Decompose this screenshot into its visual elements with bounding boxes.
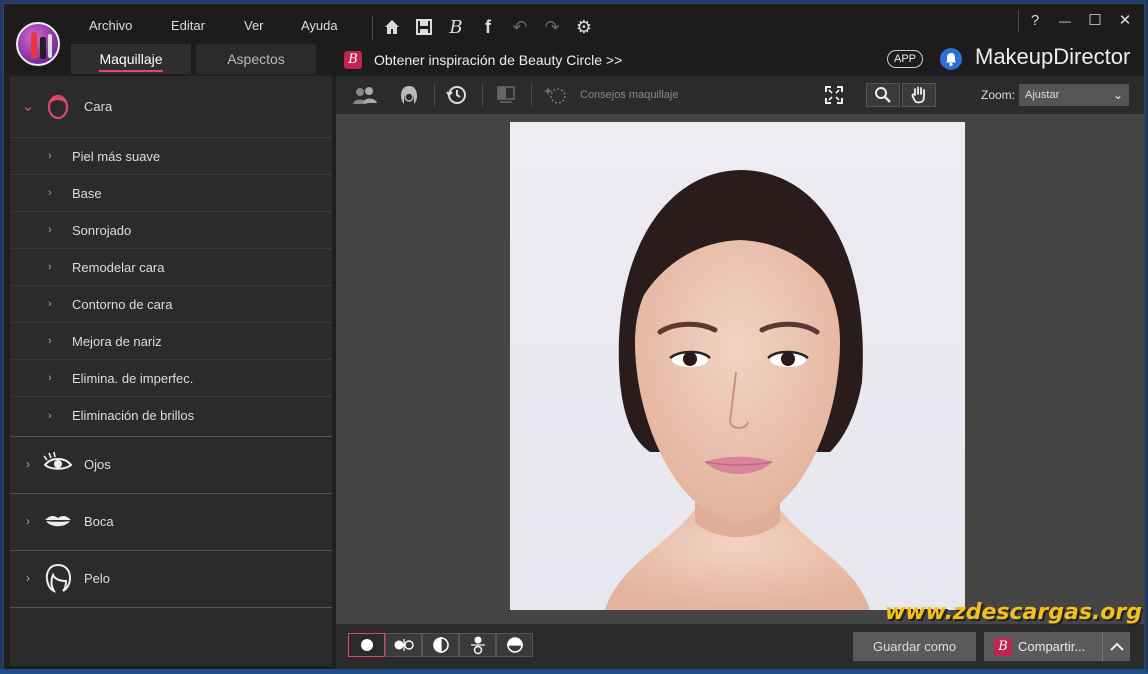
category-boca[interactable]: › Boca: [10, 503, 332, 539]
split-horizontal-icon: [506, 637, 523, 653]
facebook-icon[interactable]: f: [477, 16, 499, 38]
beauty-circle-badge-icon: B: [994, 637, 1012, 656]
chevron-right-icon: ›: [48, 298, 52, 310]
watermark-text: www.zdescargas.org: [885, 600, 1142, 625]
chevron-right-icon: ›: [26, 514, 30, 528]
split-horizontal-button[interactable]: [496, 633, 533, 657]
category-label: Pelo: [84, 570, 111, 586]
chevron-right-icon: ›: [48, 335, 52, 347]
circle-icon: [360, 639, 373, 651]
desktop-taskbar: [0, 669, 1148, 674]
app-logo: [16, 22, 60, 66]
app-button[interactable]: APP: [887, 50, 924, 68]
chevron-right-icon: ›: [26, 457, 30, 471]
chevron-right-icon: ›: [48, 261, 52, 273]
history-icon[interactable]: [443, 84, 469, 106]
sub-piel-mas-suave[interactable]: › Piel más suave: [10, 138, 332, 175]
face-icon: [47, 94, 69, 120]
menu-editar[interactable]: Editar: [171, 18, 205, 33]
zoom-label: Zoom:: [981, 88, 1016, 102]
title-bar: Archivo Editar Ver Ayuda B f ↶ ↷ ⚙ Maqui…: [4, 4, 1144, 74]
close-button[interactable]: ✕: [1110, 10, 1140, 32]
menu-ver[interactable]: Ver: [244, 18, 264, 33]
chevron-down-icon: ⌄: [21, 98, 35, 115]
makeup-tips-icon[interactable]: [541, 84, 575, 106]
hand-icon: [911, 86, 925, 104]
split-vertical-button[interactable]: [422, 633, 459, 657]
eye-icon: [43, 451, 73, 470]
hair-icon: [45, 563, 72, 593]
zoom-select[interactable]: Ajustar ⌄: [1019, 84, 1129, 106]
multiface-icon[interactable]: [350, 84, 380, 106]
photo-canvas[interactable]: [336, 114, 1144, 624]
chevron-right-icon: ›: [48, 150, 52, 162]
category-pelo[interactable]: › Pelo: [10, 560, 332, 596]
chevron-up-icon: [1109, 642, 1124, 651]
expand-panel-button[interactable]: [1102, 632, 1130, 661]
portrait-photo[interactable]: [510, 122, 965, 610]
beauty-circle-icon[interactable]: B: [445, 16, 467, 38]
share-button[interactable]: B Compartir...: [984, 632, 1102, 661]
chevron-right-icon: ›: [48, 372, 52, 384]
sub-mejora-de-nariz[interactable]: › Mejora de nariz: [10, 323, 332, 360]
makeup-sidebar: ⌄ Cara › Piel más suave › Base › Sonroja…: [10, 76, 332, 666]
sub-base[interactable]: › Base: [10, 175, 332, 212]
beauty-circle-text: Obtener inspiración de Beauty Circle >>: [374, 52, 623, 68]
undo-icon[interactable]: ↶: [509, 16, 531, 38]
chevron-right-icon: ›: [48, 409, 52, 422]
sub-eliminacion-de-brillos[interactable]: › Eliminación de brillos: [10, 397, 332, 434]
bottom-bar: Guardar como B Compartir...: [336, 624, 1144, 670]
help-button[interactable]: ?: [1020, 10, 1050, 32]
chevron-right-icon: ›: [48, 187, 52, 199]
sub-elimina-imperfec[interactable]: › Elimina. de imperfec.: [10, 360, 332, 397]
chevron-down-icon: ⌄: [1112, 88, 1123, 102]
single-view-button[interactable]: [348, 633, 385, 657]
category-cara[interactable]: ⌄ Cara: [10, 88, 332, 124]
top-bottom-button[interactable]: [459, 633, 496, 657]
beauty-circle-link[interactable]: B Obtener inspiración de Beauty Circle >…: [344, 49, 622, 71]
home-icon[interactable]: [381, 16, 403, 38]
side-by-side-button[interactable]: [385, 633, 422, 657]
face-settings-icon[interactable]: [396, 84, 422, 106]
split-vertical-icon: [432, 637, 449, 653]
workspace-toolbar: Consejos maquillaje Zoom: Ajustar ⌄: [336, 76, 1144, 114]
lips-icon: [45, 515, 71, 527]
save-as-button[interactable]: Guardar como: [853, 632, 976, 661]
pan-tool-button[interactable]: [902, 83, 936, 107]
redo-icon[interactable]: ↷: [541, 16, 563, 38]
settings-icon[interactable]: ⚙: [573, 16, 595, 38]
zoom-tool-button[interactable]: [866, 83, 900, 107]
brand-title: MakeupDirector: [975, 44, 1131, 69]
notification-bell-icon[interactable]: [940, 48, 962, 70]
magnifier-icon: [875, 87, 891, 103]
tab-maquillaje[interactable]: Maquillaje: [71, 44, 191, 74]
side-by-side-icon: [394, 639, 414, 651]
category-label: Boca: [84, 513, 114, 529]
category-label: Ojos: [84, 456, 111, 472]
fullscreen-icon[interactable]: [821, 84, 847, 106]
top-bottom-icon: [470, 636, 485, 655]
makeup-tips-label: Consejos maquillaje: [580, 89, 679, 101]
minimize-button[interactable]: —: [1050, 10, 1080, 32]
sub-contorno-de-cara[interactable]: › Contorno de cara: [10, 286, 332, 323]
beauty-circle-badge-icon: B: [344, 51, 362, 69]
menu-archivo[interactable]: Archivo: [89, 18, 132, 33]
save-icon[interactable]: [413, 16, 435, 38]
portrait-image: [510, 122, 965, 610]
app-window: Archivo Editar Ver Ayuda B f ↶ ↷ ⚙ Maqui…: [3, 3, 1145, 671]
chevron-right-icon: ›: [26, 571, 30, 585]
category-ojos[interactable]: › Ojos: [10, 446, 332, 482]
sub-sonrojado[interactable]: › Sonrojado: [10, 212, 332, 249]
category-label: Cara: [84, 98, 113, 114]
tab-aspectos[interactable]: Aspectos: [196, 44, 316, 74]
compare-icon[interactable]: [493, 84, 519, 106]
maximize-button[interactable]: ☐: [1080, 10, 1110, 32]
menu-ayuda[interactable]: Ayuda: [301, 18, 338, 33]
sub-remodelar-cara[interactable]: › Remodelar cara: [10, 249, 332, 286]
chevron-right-icon: ›: [48, 224, 52, 236]
